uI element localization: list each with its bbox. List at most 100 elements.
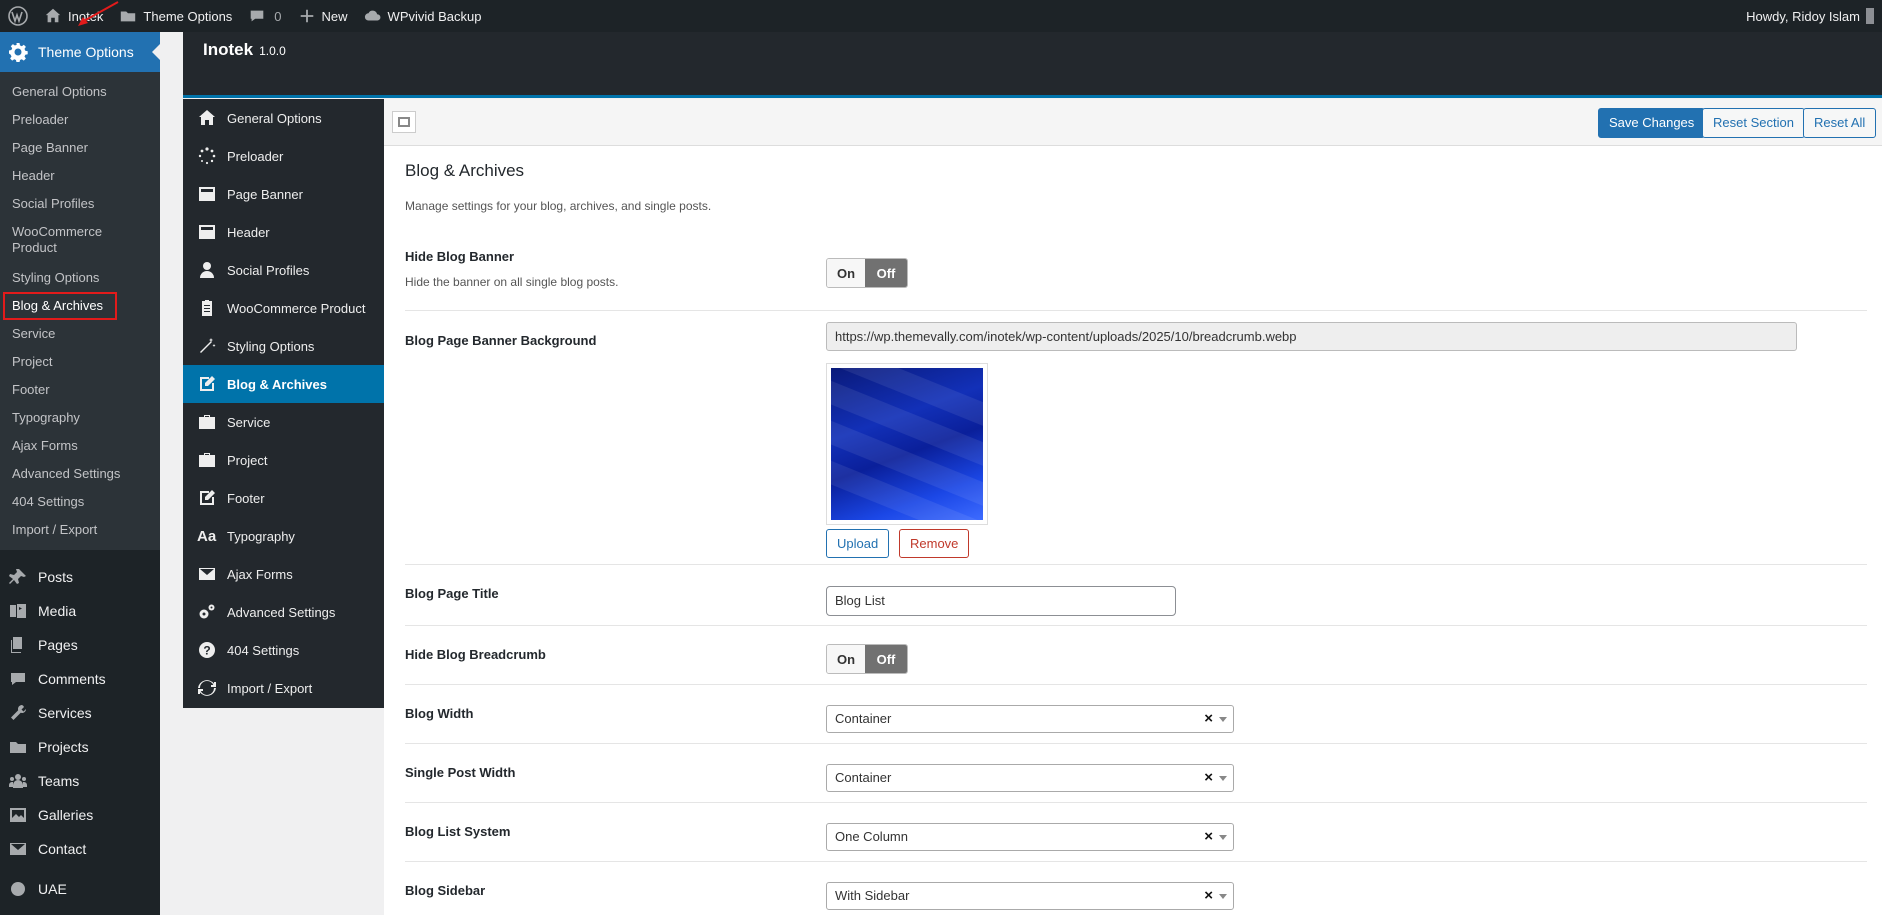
submenu-woocommerce-product[interactable]: WooCommerce Product [0,218,120,264]
comments-link[interactable]: 0 [240,0,289,32]
edit-icon [200,376,215,391]
new-label: New [321,8,348,24]
field-hide-blog-banner: Hide Blog Banner Hide the banner on all … [405,239,1867,311]
banner-url-field[interactable]: https://wp.themevally.com/inotek/wp-cont… [826,322,1797,351]
submenu-import-export[interactable]: Import / Export [0,516,160,544]
banner-image-preview [826,363,988,525]
nav-header[interactable]: Header [183,213,384,251]
submenu-styling-options[interactable]: Styling Options [0,264,160,292]
menu-teams[interactable]: Teams [0,764,160,798]
submenu-project[interactable]: Project [0,348,160,376]
remove-button[interactable]: Remove [899,529,970,558]
nav-ajax-forms[interactable]: Ajax Forms [183,555,384,593]
nav-advanced-settings[interactable]: Advanced Settings [183,593,384,631]
menu-comments[interactable]: Comments [0,662,160,696]
theme-version: 1.0.0 [259,44,286,58]
blog-list-system-select[interactable]: One Column × [826,823,1234,851]
admin-sidebar: Theme Options General Options Preloader … [0,32,160,915]
switch-on[interactable]: On [827,645,865,673]
theme-options-submenu: General Options Preloader Page Banner He… [0,72,160,550]
menu-galleries[interactable]: Galleries [0,798,160,832]
submenu-page-banner[interactable]: Page Banner [0,134,160,162]
reset-section-button[interactable]: Reset Section [1702,108,1805,138]
single-post-width-select[interactable]: Container × [826,764,1234,792]
menu-services[interactable]: Services [0,696,160,730]
field-blog-banner-background: Blog Page Banner Background https://wp.t… [405,311,1867,565]
submenu-footer[interactable]: Footer [0,376,160,404]
save-changes-button[interactable]: Save Changes [1598,108,1706,138]
chevron-down-icon[interactable] [1219,835,1227,840]
header-icon [199,225,215,239]
submenu-typography[interactable]: Typography [0,404,160,432]
new-content-link[interactable]: New [290,0,356,32]
wpvivid-backup-link[interactable]: WPvivid Backup [356,0,490,32]
submenu-social-profiles[interactable]: Social Profiles [0,190,160,218]
spinner-icon [198,147,216,165]
clipboard-icon [202,300,212,316]
submenu-advanced-settings[interactable]: Advanced Settings [0,460,160,488]
briefcase-icon [199,415,215,429]
clear-icon[interactable]: × [1204,883,1213,909]
nav-404-settings[interactable]: ? 404 Settings [183,631,384,669]
submenu-ajax-forms[interactable]: Ajax Forms [0,432,160,460]
switch-off[interactable]: Off [865,259,907,287]
chevron-down-icon[interactable] [1219,776,1227,781]
nav-social-profiles[interactable]: Social Profiles [183,251,384,289]
reset-all-button[interactable]: Reset All [1803,108,1877,138]
red-arrow-annotation [78,1,119,26]
wrench-icon [11,704,27,720]
groups-icon [9,774,27,788]
menu-uae[interactable]: UAE [0,872,160,906]
field-label: Blog Page Banner Background [405,333,597,348]
nav-styling-options[interactable]: Styling Options [183,327,384,365]
clear-icon[interactable]: × [1204,706,1213,732]
submenu-general-options[interactable]: General Options [0,78,160,106]
clear-icon[interactable]: × [1204,824,1213,850]
switch-off[interactable]: Off [865,645,907,673]
question-icon: ? [199,642,215,658]
submenu-preloader[interactable]: Preloader [0,106,160,134]
chevron-down-icon[interactable] [1219,894,1227,899]
hide-breadcrumb-switch[interactable]: On Off [826,644,908,674]
nav-typography[interactable]: Aa Typography [183,517,384,555]
field-label: Blog List System [405,824,511,839]
nav-preloader[interactable]: Preloader [183,137,384,175]
menu-projects[interactable]: Projects [0,730,160,764]
theme-options-label: Theme Options [143,8,233,24]
clear-icon[interactable]: × [1204,765,1213,791]
user-account-menu[interactable]: Howdy, Ridoy Islam [1738,0,1882,32]
selected-value: Container [835,711,892,726]
pages-icon [11,637,22,653]
switch-on[interactable]: On [827,259,865,287]
submenu-header[interactable]: Header [0,162,160,190]
expand-options-button[interactable] [392,111,416,133]
submenu-blog-archives[interactable]: Blog & Archives [3,292,117,320]
menu-contact[interactable]: Contact [0,832,160,866]
nav-service[interactable]: Service [183,403,384,441]
briefcase-icon [199,453,215,467]
submenu-404-settings[interactable]: 404 Settings [0,488,160,516]
menu-posts[interactable]: Posts [0,560,160,594]
blog-page-title-input[interactable]: Blog List [826,586,1176,616]
admin-bar: Inotek Theme Options 0 New WPvivid Backu… [0,0,1882,32]
chevron-down-icon[interactable] [1219,717,1227,722]
theme-options-link[interactable]: Theme Options [111,0,240,32]
hide-blog-banner-switch[interactable]: On Off [826,258,908,288]
nav-footer[interactable]: Footer [183,479,384,517]
menu-theme-options[interactable]: Theme Options [0,32,160,72]
blog-sidebar-select[interactable]: With Sidebar × [826,882,1234,910]
nav-page-banner[interactable]: Page Banner [183,175,384,213]
nav-woocommerce-product[interactable]: WooCommerce Product [183,289,384,327]
menu-media[interactable]: Media [0,594,160,628]
banner-image [831,368,983,520]
upload-button[interactable]: Upload [826,529,890,558]
nav-blog-archives[interactable]: Blog & Archives [183,365,384,403]
nav-project[interactable]: Project [183,441,384,479]
nav-general-options[interactable]: General Options [183,99,384,137]
wordpress-logo-icon[interactable] [0,0,36,32]
nav-import-export[interactable]: Import / Export [183,669,384,707]
submenu-service[interactable]: Service [0,320,160,348]
menu-pages[interactable]: Pages [0,628,160,662]
edit-icon [200,490,215,505]
blog-width-select[interactable]: Container × [826,705,1234,733]
